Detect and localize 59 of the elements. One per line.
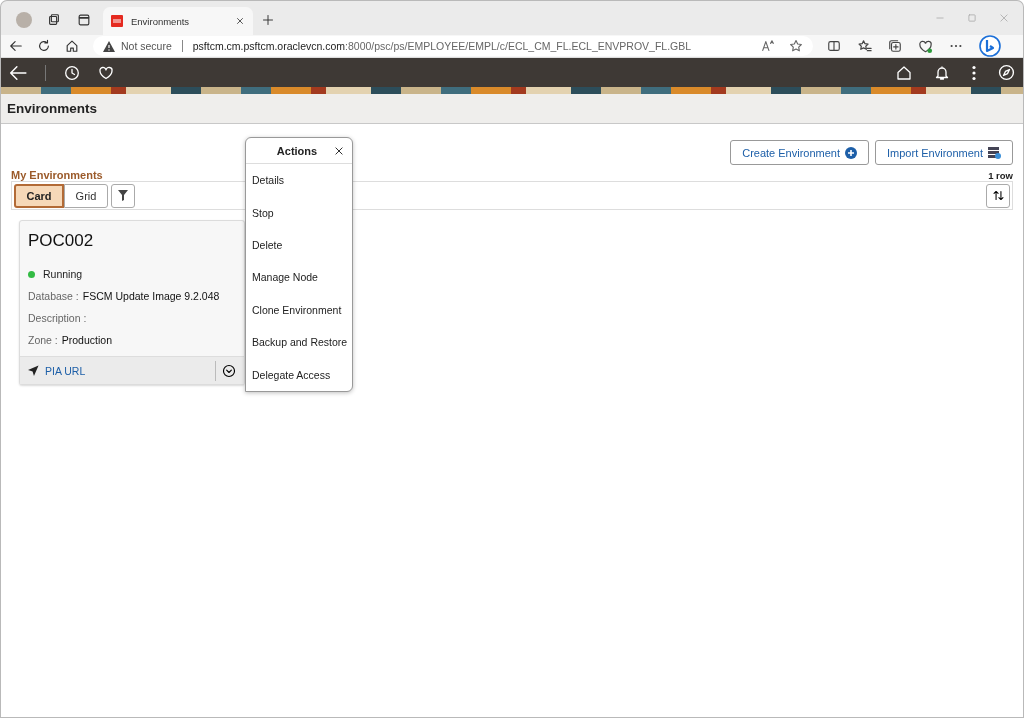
menu-item[interactable]: Delegate Access: [246, 358, 352, 391]
field-value: FSCM Update Image 9.2.048: [82, 290, 220, 302]
server-icon: [988, 146, 1001, 159]
chat-icon[interactable]: [979, 35, 1001, 57]
menu-item[interactable]: Clone Environment: [246, 293, 352, 326]
card-title: POC002: [28, 231, 95, 251]
home-icon[interactable]: [65, 39, 79, 53]
back-icon[interactable]: [9, 39, 23, 53]
bell-icon[interactable]: [934, 64, 950, 81]
heart-icon[interactable]: [98, 64, 114, 81]
heart-icon[interactable]: [918, 38, 933, 54]
address-field[interactable]: Not secure psftcm.cm.psftcm.oraclevcn.com:8000/psc/ps/EMPLOYEE/EMPL/c/ECL_CM_FL.ECL_ENVPROV_FL.GBL: [93, 36, 813, 56]
pia-url-link[interactable]: PIA URL: [28, 364, 86, 377]
menu-item[interactable]: Stop: [246, 196, 352, 229]
filter-icon: [118, 190, 128, 201]
favorites-icon[interactable]: [857, 38, 872, 54]
chevron-circle-icon[interactable]: [222, 363, 236, 378]
warning-icon: [103, 40, 115, 52]
tab-title: Environments: [131, 15, 191, 27]
section-title: My Environments: [11, 169, 103, 181]
field-label: Zone :: [28, 334, 58, 346]
squares-icon[interactable]: [47, 13, 61, 27]
menu-item[interactable]: Details: [246, 164, 352, 197]
security-label: Not secure: [121, 40, 172, 52]
field-value: Production: [61, 334, 112, 346]
window-icon[interactable]: [77, 13, 91, 27]
sort-icon: [991, 189, 1005, 202]
page-title: Environments: [7, 101, 98, 116]
toolbar-button[interactable]: Create Environment: [730, 140, 869, 165]
read-aloud-icon[interactable]: [761, 39, 775, 53]
field-label: Database :: [28, 290, 79, 302]
more-icon[interactable]: [972, 64, 976, 81]
field-label: Description :: [28, 312, 87, 324]
plus-circle-icon: [845, 146, 857, 159]
clock-icon[interactable]: [64, 64, 80, 81]
row-count: 1 row: [988, 170, 1013, 181]
plus-icon[interactable]: [262, 14, 274, 26]
location-arrow-icon: [28, 365, 39, 376]
filter-button[interactable]: [111, 183, 135, 208]
url-text: psftcm.cm.psftcm.oraclevcn.com:8000/psc/ps/EMPLOYEE/EMPL/c/ECL_CM_FL.ECL_ENVPROV_FL.GBL: [192, 40, 692, 52]
menu-item[interactable]: Delete: [246, 228, 352, 262]
menu-item[interactable]: Manage Node: [246, 261, 352, 294]
popup-title: Actions: [275, 144, 319, 157]
view-tab[interactable]: Card: [14, 183, 64, 208]
toolbar-button[interactable]: Import Environment: [875, 140, 1013, 165]
back-icon[interactable]: [9, 63, 27, 82]
close-icon[interactable]: [334, 145, 344, 156]
collections-icon[interactable]: [888, 39, 902, 53]
sort-button[interactable]: [986, 183, 1010, 208]
star-icon[interactable]: [789, 39, 803, 53]
compass-icon[interactable]: [998, 64, 1015, 81]
close-icon[interactable]: [235, 16, 245, 26]
favicon-icon: [111, 15, 123, 27]
browser-tab[interactable]: Environments: [103, 7, 253, 35]
split-screen-icon[interactable]: [827, 39, 841, 53]
status-text: Running: [43, 268, 83, 280]
reload-icon[interactable]: [37, 39, 51, 53]
view-tab[interactable]: Grid: [64, 183, 108, 208]
menu-item[interactable]: Backup and Restore: [246, 325, 352, 359]
